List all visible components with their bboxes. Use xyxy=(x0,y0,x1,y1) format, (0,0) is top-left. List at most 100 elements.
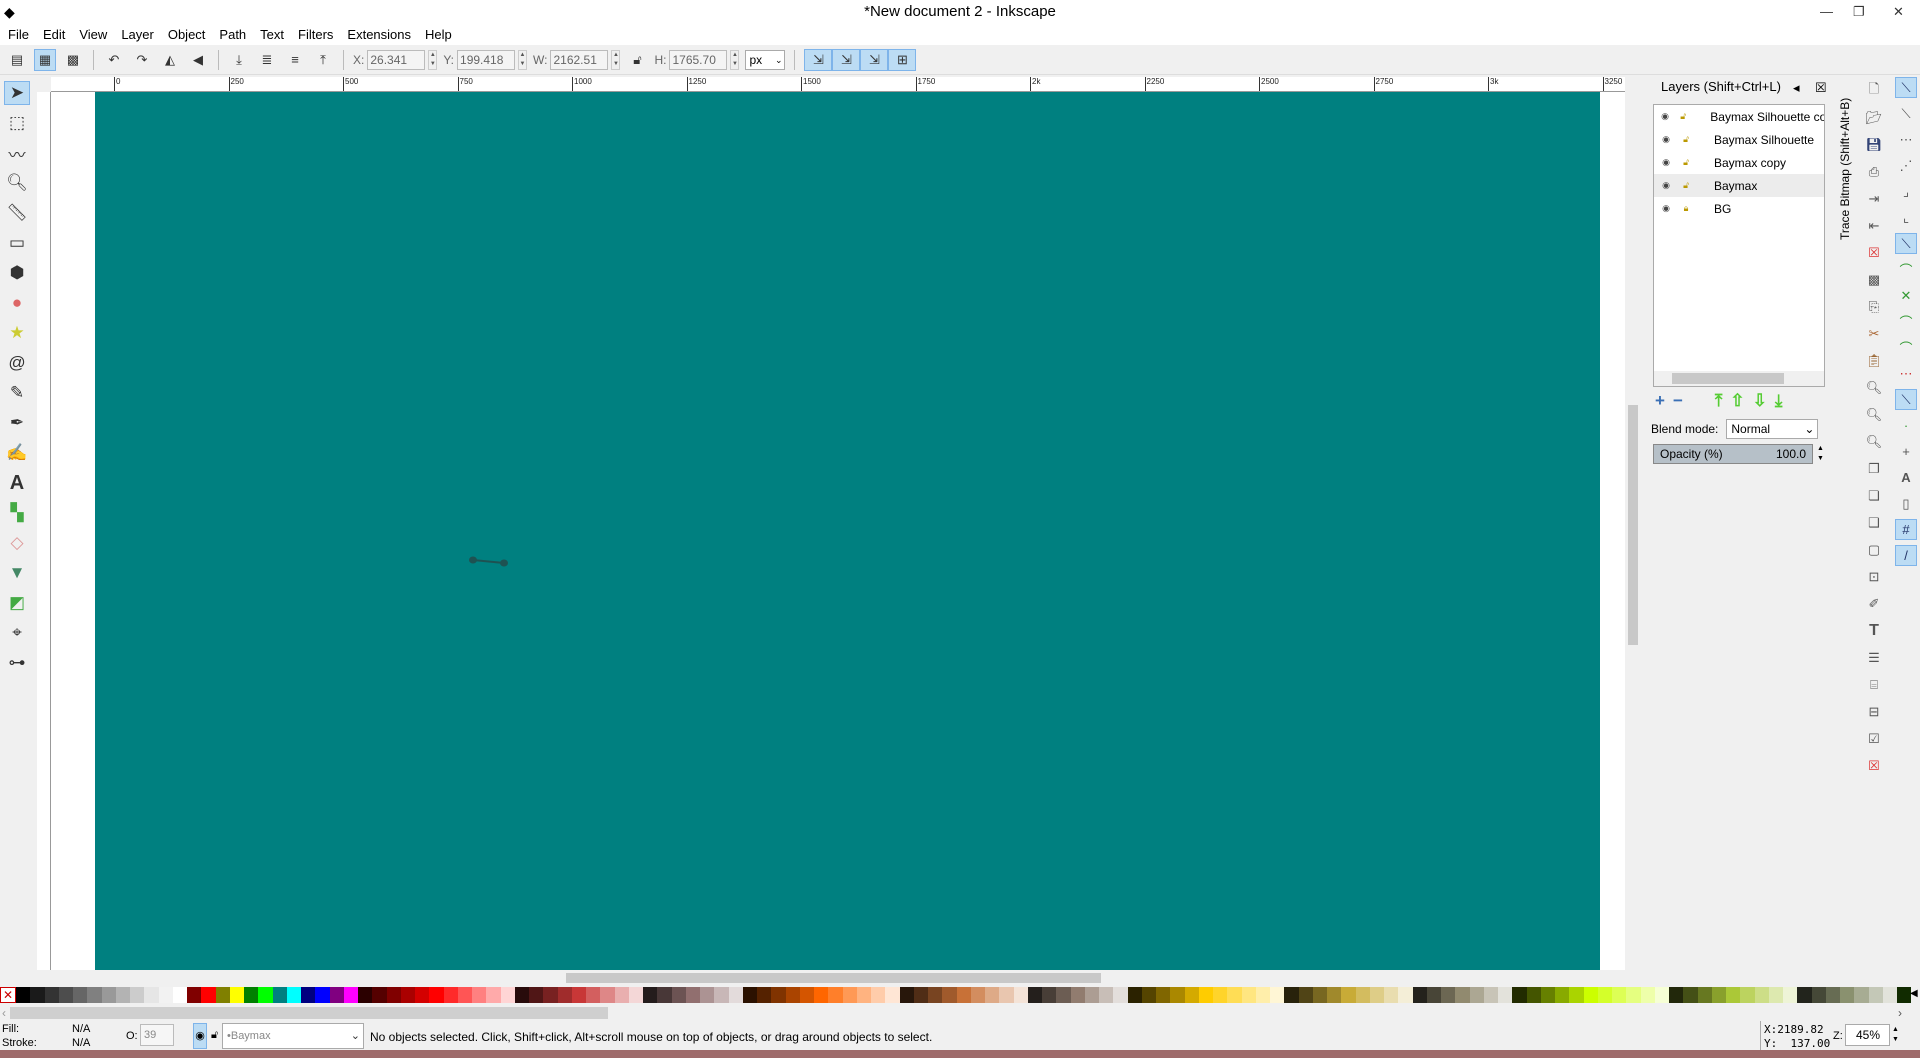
preferences-icon[interactable]: ☑ xyxy=(1863,728,1885,749)
raise-to-top-icon[interactable]: ⤒ xyxy=(312,49,334,71)
y-input[interactable] xyxy=(457,49,516,70)
color-swatch[interactable] xyxy=(1711,987,1726,1003)
snap-bbox-midpoint-icon[interactable]: ⌟ xyxy=(1895,181,1917,202)
color-swatch[interactable] xyxy=(785,987,800,1003)
color-swatch[interactable] xyxy=(1426,987,1441,1003)
unlock-icon[interactable]: 🔓︎ xyxy=(1678,180,1694,191)
color-swatch[interactable] xyxy=(30,987,45,1003)
color-swatch[interactable] xyxy=(543,987,558,1003)
color-swatch[interactable] xyxy=(628,987,643,1003)
scrollbar-thumb[interactable] xyxy=(566,973,1101,983)
color-swatch[interactable] xyxy=(728,987,743,1003)
scrollbar-thumb[interactable] xyxy=(10,1007,608,1019)
snap-others-icon[interactable]: ⟍ xyxy=(1895,389,1917,410)
color-swatch[interactable] xyxy=(1412,987,1427,1003)
eye-icon[interactable]: ◉ xyxy=(1658,157,1674,168)
fill-value[interactable]: N/A xyxy=(72,1023,90,1035)
color-swatch[interactable] xyxy=(343,987,358,1003)
eraser-tool-icon[interactable]: ◇ xyxy=(4,531,30,555)
color-swatch[interactable] xyxy=(415,987,430,1003)
layer-row[interactable]: ◉ 🔓︎ Baymax copy xyxy=(1654,151,1824,174)
layer-to-bottom-icon[interactable]: ⤓ xyxy=(1775,391,1783,411)
unlock-icon[interactable]: 🔓︎ xyxy=(1678,134,1694,145)
3d-box-tool-icon[interactable]: ⬢ xyxy=(4,261,30,285)
color-swatch[interactable] xyxy=(301,987,316,1003)
minimize-button[interactable]: — xyxy=(1820,0,1833,24)
snap-enable-icon[interactable]: ⟍ xyxy=(1895,77,1917,98)
color-swatch[interactable] xyxy=(1070,987,1085,1003)
color-swatch[interactable] xyxy=(1825,987,1840,1003)
snap-page-border-icon[interactable]: ▯ xyxy=(1895,493,1917,514)
menu-help[interactable]: Help xyxy=(425,24,452,45)
menu-filters[interactable]: Filters xyxy=(298,24,333,45)
color-swatch[interactable] xyxy=(1284,987,1299,1003)
lock-proportions-icon[interactable]: 🔓︎ xyxy=(626,49,648,71)
opacity-slider[interactable]: Opacity (%) 100.0 xyxy=(1653,444,1813,464)
close-panel-icon[interactable]: ☒ xyxy=(1815,78,1827,98)
color-swatch[interactable] xyxy=(514,987,529,1003)
color-swatch[interactable] xyxy=(1498,987,1513,1003)
restore-button[interactable]: ❐ xyxy=(1853,0,1865,24)
snap-path-icon[interactable]: ⌒ xyxy=(1895,259,1917,280)
color-swatch[interactable] xyxy=(671,987,686,1003)
color-swatch[interactable] xyxy=(258,987,273,1003)
text-tool-icon[interactable]: A xyxy=(4,471,30,495)
document-properties-icon[interactable]: ☒ xyxy=(1863,755,1885,776)
color-swatch[interactable] xyxy=(1840,987,1855,1003)
undo-icon[interactable]: ☒ xyxy=(1863,242,1885,263)
eye-icon[interactable]: ◉ xyxy=(1658,111,1672,122)
snap-bbox-edge-icon[interactable]: ⋯ xyxy=(1895,129,1917,150)
dropper-tool-icon[interactable]: ⌖ xyxy=(4,621,30,645)
color-swatch[interactable] xyxy=(1170,987,1185,1003)
calligraphy-tool-icon[interactable]: ✍ xyxy=(4,441,30,465)
stroke-value[interactable]: N/A xyxy=(72,1037,90,1049)
menu-path[interactable]: Path xyxy=(219,24,246,45)
color-swatch[interactable] xyxy=(1797,987,1812,1003)
flip-vertical-icon[interactable]: ◀ xyxy=(187,49,209,71)
snap-nodes-icon[interactable]: ⟍ xyxy=(1895,233,1917,254)
color-swatch[interactable] xyxy=(244,987,259,1003)
color-swatch[interactable] xyxy=(970,987,985,1003)
color-swatch[interactable] xyxy=(871,987,886,1003)
menu-extensions[interactable]: Extensions xyxy=(347,24,411,45)
color-swatch[interactable] xyxy=(856,987,871,1003)
color-swatch[interactable] xyxy=(1811,987,1826,1003)
color-swatch[interactable] xyxy=(586,987,601,1003)
color-swatch[interactable] xyxy=(1640,987,1655,1003)
color-swatch[interactable] xyxy=(1398,987,1413,1003)
layer-row[interactable]: ◉ 🔓︎ Baymax Silhouette copy xyxy=(1654,105,1824,128)
color-swatch[interactable] xyxy=(1056,987,1071,1003)
xml-editor-icon[interactable]: ⌸ xyxy=(1863,674,1885,695)
w-spinner[interactable]: ▲ ▼ xyxy=(611,49,621,70)
snap-bbox-corner-icon[interactable]: ⋰ xyxy=(1895,155,1917,176)
color-swatch[interactable] xyxy=(172,987,187,1003)
x-spinner[interactable]: ▲ ▼ xyxy=(428,49,438,70)
flip-horizontal-icon[interactable]: ◭ xyxy=(159,49,181,71)
color-swatch[interactable] xyxy=(1854,987,1869,1003)
zoom-selection-icon[interactable]: 🔍︎ xyxy=(1863,377,1885,398)
clone-icon[interactable]: ❏ xyxy=(1863,485,1885,506)
color-swatch[interactable] xyxy=(1469,987,1484,1003)
color-swatch[interactable] xyxy=(1141,987,1156,1003)
color-swatch[interactable] xyxy=(1084,987,1099,1003)
color-swatch[interactable] xyxy=(1042,987,1057,1003)
color-swatch[interactable] xyxy=(1612,987,1627,1003)
remove-layer-icon[interactable]: − xyxy=(1673,391,1683,411)
color-swatch[interactable] xyxy=(130,987,145,1003)
text-font-icon[interactable]: T xyxy=(1863,620,1885,641)
lower-layer-icon[interactable]: ⇩ xyxy=(1753,391,1767,411)
raise-icon[interactable]: ≡ xyxy=(284,49,306,71)
x-input[interactable] xyxy=(367,49,426,70)
h-input[interactable] xyxy=(669,49,728,70)
color-swatch[interactable] xyxy=(799,987,814,1003)
color-swatch[interactable] xyxy=(600,987,615,1003)
color-swatch[interactable] xyxy=(1540,987,1555,1003)
cut-icon[interactable]: ✂ xyxy=(1863,323,1885,344)
blend-mode-select[interactable]: Normal ⌄ xyxy=(1726,419,1819,439)
scroll-left-icon[interactable]: ‹ xyxy=(2,1006,6,1020)
color-swatch[interactable] xyxy=(1013,987,1028,1003)
duplicate-icon[interactable]: ❐ xyxy=(1863,458,1885,479)
rectangle-tool-icon[interactable]: ▭ xyxy=(4,231,30,255)
color-swatch[interactable] xyxy=(1654,987,1669,1003)
zoom-page-icon[interactable]: 🔍︎ xyxy=(1863,431,1885,452)
